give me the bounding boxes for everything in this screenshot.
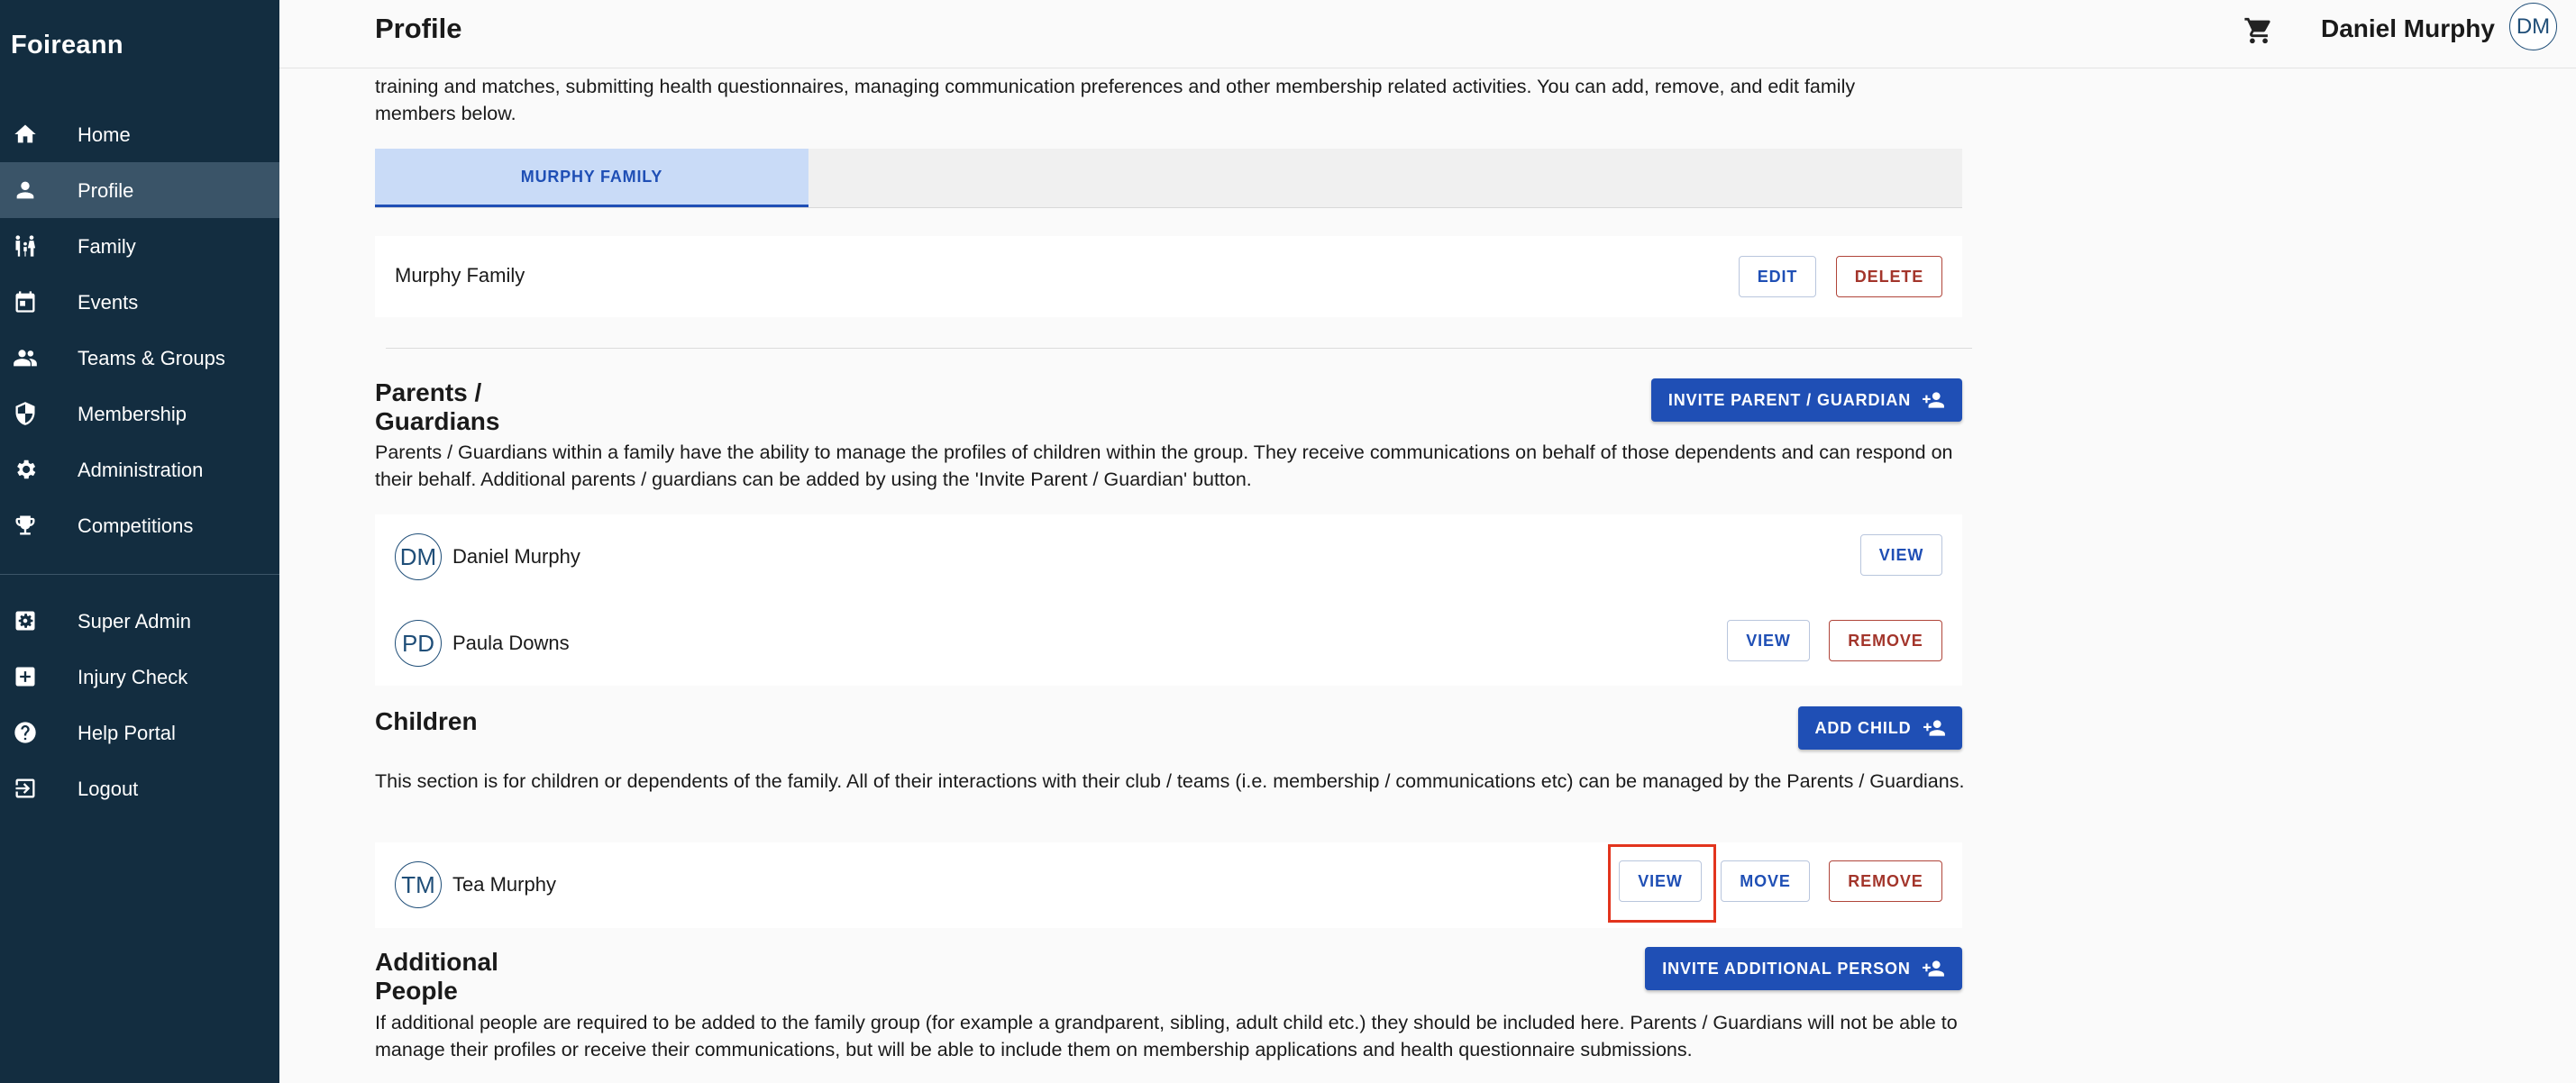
- page-title: Profile: [375, 13, 462, 44]
- sidebar-divider: [0, 574, 279, 575]
- sidebar-item-label: Membership: [78, 403, 187, 425]
- family-tabs: MURPHY FAMILY: [375, 149, 1962, 208]
- sidebar-item-super-admin[interactable]: Super Admin: [0, 593, 279, 649]
- guardians-description: Parents / Guardians within a family have…: [375, 441, 1953, 490]
- sidebar-item-label: Administration: [78, 459, 204, 481]
- sidebar-item-profile[interactable]: Profile: [0, 162, 279, 218]
- guardians-title: Parents / Guardians: [375, 378, 500, 435]
- family-icon: [13, 233, 38, 259]
- shield-icon: [13, 401, 38, 426]
- sidebar-item-label: Logout: [78, 778, 139, 800]
- app-logo: Foireann: [11, 31, 123, 59]
- add-child-button[interactable]: ADD CHILD: [1798, 706, 1962, 750]
- view-button[interactable]: VIEW: [1727, 620, 1810, 661]
- member-name: Tea Murphy: [452, 873, 556, 896]
- avatar: DM: [395, 533, 442, 580]
- sidebar-item-label: Events: [78, 291, 139, 314]
- avatar: PD: [395, 620, 442, 667]
- medical-cross-icon: [13, 664, 38, 689]
- admin-panel-icon: [13, 608, 38, 633]
- user-name: Daniel Murphy: [2321, 14, 2495, 42]
- member-name: Daniel Murphy: [452, 545, 580, 568]
- tab-murphy-family[interactable]: MURPHY FAMILY: [375, 149, 808, 207]
- family-card: Murphy Family EDIT DELETE: [375, 236, 1962, 317]
- sidebar-item-logout[interactable]: Logout: [0, 760, 279, 816]
- user-avatar[interactable]: DM: [2509, 3, 2557, 50]
- additional-title: Additional People: [375, 948, 498, 1005]
- intro-text: training and matches, submitting health …: [375, 76, 1856, 124]
- family-name: Murphy Family: [395, 264, 525, 287]
- invite-parent-guardian-button[interactable]: INVITE PARENT / GUARDIAN: [1651, 378, 1962, 422]
- children-title: Children: [375, 707, 478, 735]
- sidebar-item-competitions[interactable]: Competitions: [0, 497, 279, 553]
- remove-button[interactable]: REMOVE: [1829, 620, 1942, 661]
- sidebar-item-events[interactable]: Events: [0, 274, 279, 330]
- sidebar-item-home[interactable]: Home: [0, 106, 279, 162]
- children-list: TM Tea Murphy VIEW MOVE REMOVE: [375, 842, 1962, 928]
- member-name: Paula Downs: [452, 632, 570, 654]
- view-button[interactable]: VIEW: [1860, 534, 1942, 576]
- sidebar-item-label: Home: [78, 123, 131, 146]
- sidebar-item-teams-groups[interactable]: Teams & Groups: [0, 330, 279, 386]
- view-child-button[interactable]: VIEW: [1619, 860, 1702, 902]
- trophy-icon: [13, 513, 38, 538]
- person-add-icon: [1922, 388, 1945, 412]
- group-icon: [13, 345, 38, 370]
- sidebar-item-label: Injury Check: [78, 666, 188, 688]
- person-add-icon: [1923, 716, 1946, 740]
- calendar-icon: [13, 289, 38, 314]
- children-description: This section is for children or dependen…: [375, 770, 1965, 792]
- additional-description: If additional people are required to be …: [375, 1012, 1958, 1060]
- sidebar: Foireann Home Profile Family Events Team…: [0, 0, 279, 1083]
- home-icon: [13, 122, 38, 147]
- sidebar-item-label: Super Admin: [78, 610, 191, 633]
- sidebar-item-label: Competitions: [78, 514, 194, 537]
- person-add-icon: [1922, 957, 1945, 980]
- divider: [386, 348, 1972, 349]
- sidebar-item-injury-check[interactable]: Injury Check: [0, 649, 279, 705]
- edit-family-button[interactable]: EDIT: [1739, 256, 1816, 297]
- sidebar-item-label: Help Portal: [78, 722, 176, 744]
- sidebar-item-label: Teams & Groups: [78, 347, 225, 369]
- remove-child-button[interactable]: REMOVE: [1829, 860, 1942, 902]
- sidebar-item-membership[interactable]: Membership: [0, 386, 279, 441]
- sidebar-item-help-portal[interactable]: Help Portal: [0, 705, 279, 760]
- avatar: TM: [395, 861, 442, 908]
- cart-icon[interactable]: [2243, 15, 2274, 46]
- invite-additional-person-button[interactable]: INVITE ADDITIONAL PERSON: [1645, 947, 1962, 990]
- sidebar-item-label: Profile: [78, 179, 134, 202]
- delete-family-button[interactable]: DELETE: [1836, 256, 1942, 297]
- sidebar-item-administration[interactable]: Administration: [0, 441, 279, 497]
- guardians-list: DM Daniel Murphy VIEW PD Paula Downs VIE…: [375, 514, 1962, 686]
- gear-icon: [13, 457, 38, 482]
- sidebar-item-label: Family: [78, 235, 136, 258]
- move-child-button[interactable]: MOVE: [1721, 860, 1810, 902]
- help-icon: [13, 720, 38, 745]
- sidebar-item-family[interactable]: Family: [0, 218, 279, 274]
- person-icon: [13, 177, 38, 203]
- logout-icon: [13, 776, 38, 801]
- top-bar: Profile Daniel Murphy DM: [279, 0, 2576, 68]
